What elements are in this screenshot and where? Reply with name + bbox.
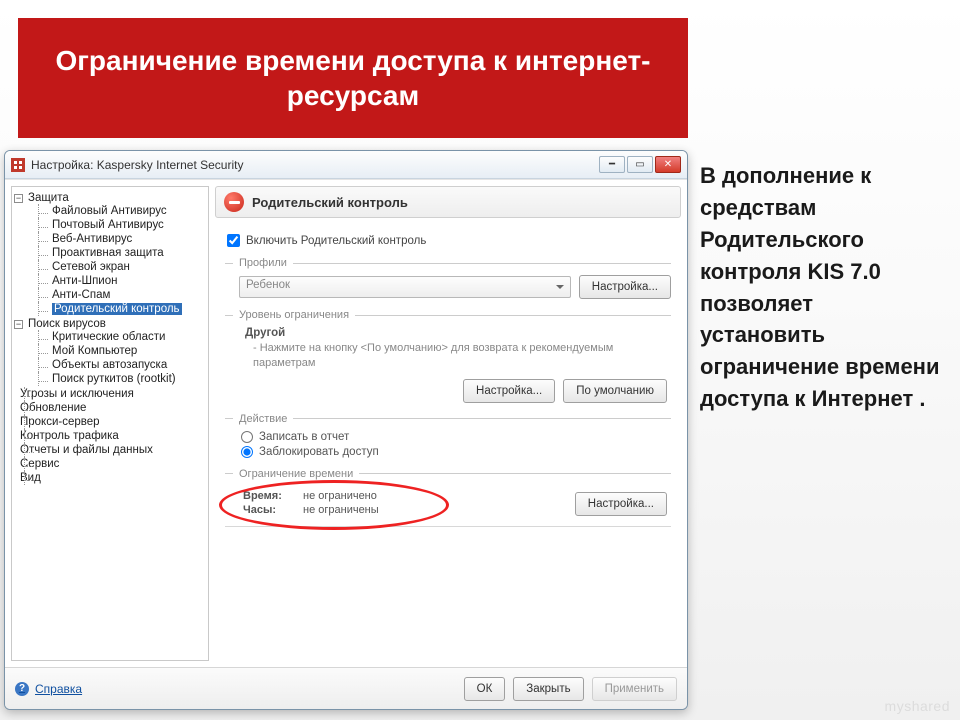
pane-title: Родительский контроль (252, 195, 408, 210)
enable-checkbox[interactable]: Включить Родительский контроль (227, 234, 671, 247)
tree-item[interactable]: Прокси-сервер (14, 415, 206, 429)
tree-item-parental-control[interactable]: Родительский контроль (28, 302, 206, 316)
radio-block[interactable]: Заблокировать доступ (241, 446, 671, 458)
group-action: Действие (225, 413, 671, 425)
level-hint: - Нажмите на кнопку <По умолчанию> для в… (253, 341, 671, 371)
content-pane: Родительский контроль Включить Родительс… (215, 186, 681, 661)
tree-node-protection[interactable]: − Защита Файловый Антивирус Почтовый Ант… (14, 191, 206, 317)
tree-item[interactable]: Поиск руткитов (rootkit) (28, 372, 206, 386)
tree-item[interactable]: Анти-Шпион (28, 274, 206, 288)
profile-select[interactable]: Ребенок (239, 276, 571, 298)
tree-item[interactable]: Критические области (28, 330, 206, 344)
close-button[interactable]: ✕ (655, 156, 681, 173)
dialog-footer: ? Справка ОК Закрыть Применить (5, 667, 687, 709)
help-link[interactable]: ? Справка (15, 682, 82, 696)
level-settings-button[interactable]: Настройка... (463, 379, 555, 403)
time-values: Время:не ограничено Часы:не ограничены (243, 490, 443, 516)
tree-node-scan[interactable]: − Поиск вирусов Критические области Мой … (14, 317, 206, 387)
tree-item[interactable]: Сервис (14, 457, 206, 471)
tree-item[interactable]: Вид (14, 471, 206, 485)
enable-checkbox-input[interactable] (227, 234, 240, 247)
radio-log[interactable]: Записать в отчет (241, 431, 671, 443)
pane-header: Родительский контроль (215, 186, 681, 218)
slide-description: В дополнение к средствам Родительского к… (700, 160, 940, 415)
tree-item[interactable]: Отчеты и файлы данных (14, 443, 206, 457)
window-title: Настройка: Kaspersky Internet Security (31, 158, 243, 172)
tree-item[interactable]: Угрозы и исключения (14, 387, 206, 401)
apply-button[interactable]: Применить (592, 677, 677, 701)
minimize-button[interactable]: ━ (599, 156, 625, 173)
help-icon: ? (15, 682, 29, 696)
group-level: Уровень ограничения (225, 309, 671, 321)
tree-item[interactable]: Анти-Спам (28, 288, 206, 302)
tree-item[interactable]: Мой Компьютер (28, 344, 206, 358)
profile-settings-button[interactable]: Настройка... (579, 275, 671, 299)
level-name: Другой (245, 327, 671, 339)
group-profiles: Профили (225, 257, 671, 269)
close-dialog-button[interactable]: Закрыть (513, 677, 583, 701)
group-time: Ограничение времени (225, 468, 671, 480)
nav-tree[interactable]: − Защита Файловый Антивирус Почтовый Ант… (11, 186, 209, 661)
stop-icon (224, 192, 244, 212)
tree-item[interactable]: Обновление (14, 401, 206, 415)
ok-button[interactable]: ОК (464, 677, 506, 701)
tree-item[interactable]: Веб-Антивирус (28, 232, 206, 246)
time-settings-button[interactable]: Настройка... (575, 492, 667, 516)
slide-title: Ограничение времени доступа к интернет-р… (18, 18, 688, 138)
tree-item[interactable]: Файловый Антивирус (28, 204, 206, 218)
tree-item[interactable]: Контроль трафика (14, 429, 206, 443)
tree-item[interactable]: Проактивная защита (28, 246, 206, 260)
tree-item[interactable]: Сетевой экран (28, 260, 206, 274)
maximize-button[interactable]: ▭ (627, 156, 653, 173)
tree-item[interactable]: Объекты автозапуска (28, 358, 206, 372)
default-button[interactable]: По умолчанию (563, 379, 667, 403)
enable-label: Включить Родительский контроль (246, 235, 426, 247)
settings-window: Настройка: Kaspersky Internet Security ━… (4, 150, 688, 710)
tree-item[interactable]: Почтовый Антивирус (28, 218, 206, 232)
app-icon (11, 158, 25, 172)
watermark: myshared (885, 698, 950, 714)
titlebar[interactable]: Настройка: Kaspersky Internet Security ━… (5, 151, 687, 179)
collapse-icon[interactable]: − (14, 320, 23, 329)
collapse-icon[interactable]: − (14, 194, 23, 203)
